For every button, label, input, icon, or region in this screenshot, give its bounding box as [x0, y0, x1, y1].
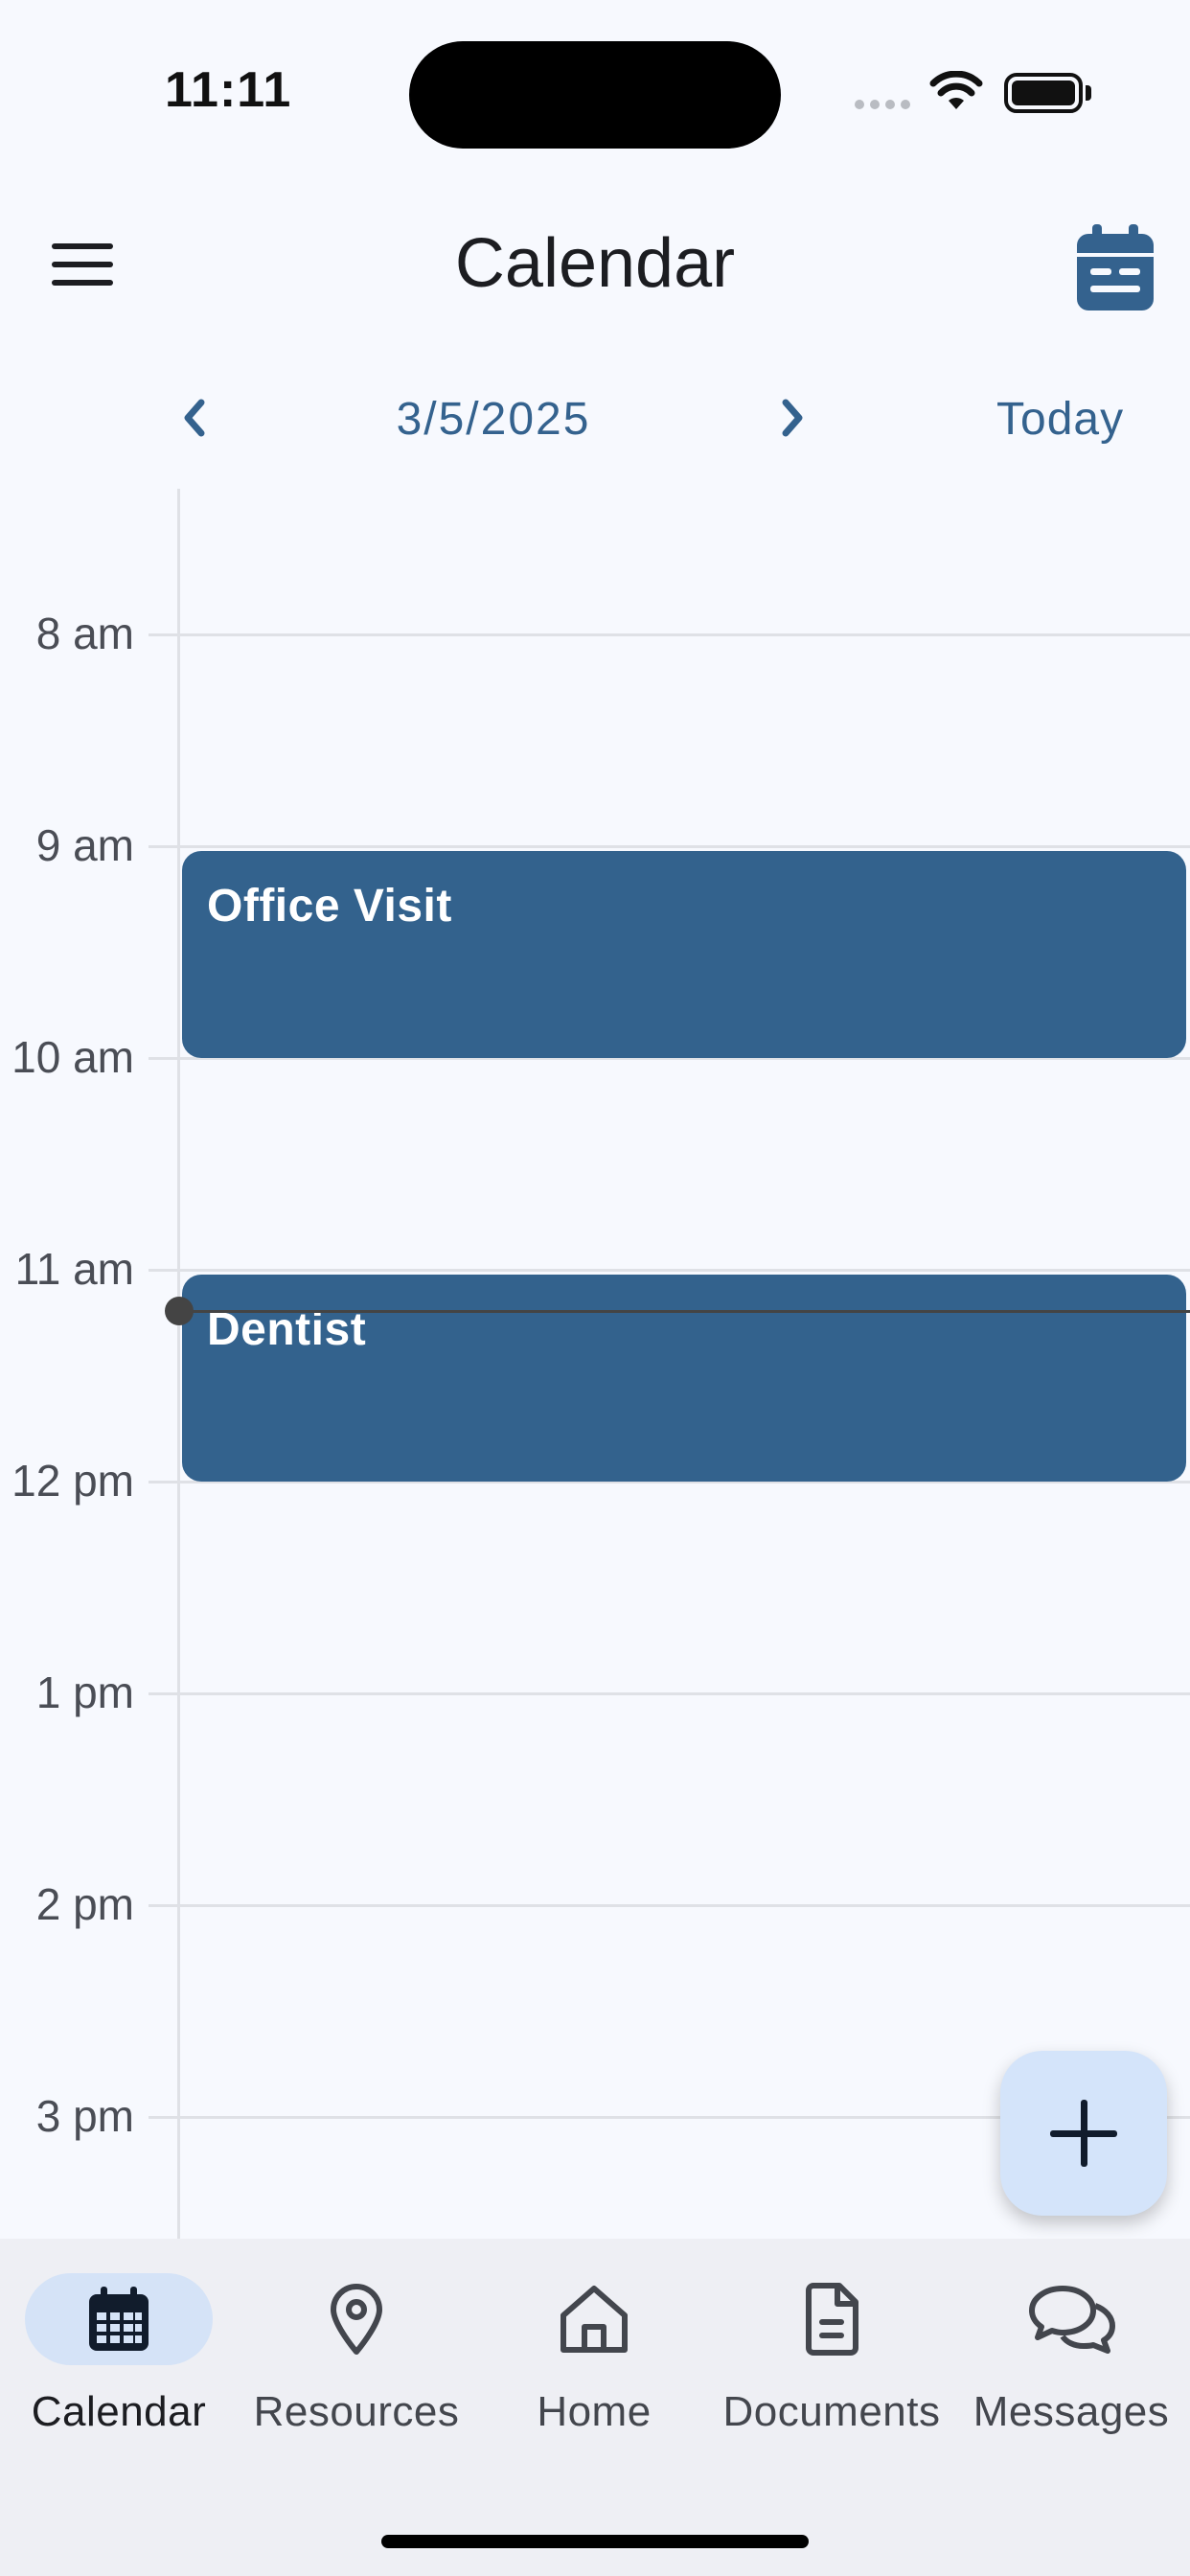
current-time-dot — [165, 1297, 194, 1325]
hour-label: 12 pm — [11, 1456, 134, 1506]
nav-label: Home — [537, 2388, 652, 2435]
battery-icon — [1004, 73, 1083, 113]
map-pin-icon — [331, 2284, 382, 2355]
nav-indicator — [25, 2273, 213, 2365]
chevron-left-icon — [184, 399, 205, 437]
nav-label: Documents — [722, 2388, 941, 2435]
nav-label: Calendar — [31, 2388, 207, 2435]
calendar-icon — [89, 2287, 149, 2351]
dynamic-island — [409, 41, 781, 149]
hour-gridline — [149, 633, 1190, 636]
hour-gridline — [149, 1904, 1190, 1907]
nav-indicator — [500, 2273, 688, 2365]
nav-item-calendar[interactable]: Calendar — [0, 2239, 238, 2459]
hour-label: 10 am — [11, 1032, 134, 1082]
current-time-line — [178, 1310, 1190, 1313]
bottom-navigation-bar: Calendar Resources Home Documents Messag… — [0, 2239, 1190, 2576]
day-timeline[interactable]: 8 am 9 am 10 am 11 am 12 pm 1 pm 2 pm 3 … — [0, 489, 1190, 2239]
battery-cap — [1086, 85, 1091, 101]
nav-label: Resources — [253, 2388, 460, 2435]
hour-gridline — [149, 1269, 1190, 1272]
chat-bubbles-icon — [1029, 2286, 1115, 2354]
cellular-signal-icon — [855, 100, 910, 109]
hour-label: 8 am — [35, 609, 134, 658]
nav-label: Messages — [973, 2388, 1170, 2435]
nav-item-home[interactable]: Home — [475, 2239, 713, 2459]
nav-item-documents[interactable]: Documents — [713, 2239, 950, 2459]
hour-label: 3 pm — [35, 2091, 134, 2141]
calendar-screen: 11:11 Calendar 3/5/2025 Today 8 am 9 am … — [0, 0, 1190, 2576]
calendar-icon — [1077, 224, 1154, 310]
status-time: 11:11 — [165, 62, 292, 118]
nav-indicator — [263, 2273, 450, 2365]
nav-item-messages[interactable]: Messages — [952, 2239, 1190, 2459]
page-title: Calendar — [454, 225, 736, 302]
event-title: Office Visit — [207, 881, 452, 932]
home-icon — [561, 2286, 628, 2353]
selected-date[interactable]: 3/5/2025 — [326, 393, 661, 446]
add-event-button[interactable] — [1000, 2051, 1167, 2216]
home-indicator[interactable] — [381, 2535, 809, 2548]
event-dentist[interactable]: Dentist — [182, 1275, 1186, 1482]
previous-day-button[interactable] — [169, 391, 222, 445]
nav-indicator — [738, 2273, 926, 2365]
document-icon — [806, 2283, 858, 2356]
nav-item-resources[interactable]: Resources — [238, 2239, 475, 2459]
hour-gridline — [149, 1692, 1190, 1695]
nav-indicator — [977, 2273, 1165, 2365]
hour-gridline — [149, 845, 1190, 848]
wifi-icon — [929, 71, 983, 109]
hour-label: 1 pm — [35, 1668, 134, 1717]
hour-label: 11 am — [14, 1244, 134, 1294]
chevron-right-icon — [782, 399, 803, 437]
hour-label: 9 am — [35, 820, 134, 870]
hour-label: 2 pm — [35, 1879, 134, 1929]
today-button[interactable]: Today — [996, 393, 1124, 446]
calendar-view-button[interactable] — [1075, 220, 1156, 312]
event-office-visit[interactable]: Office Visit — [182, 851, 1186, 1058]
time-axis-line — [177, 489, 180, 2239]
next-day-button[interactable] — [765, 391, 818, 445]
